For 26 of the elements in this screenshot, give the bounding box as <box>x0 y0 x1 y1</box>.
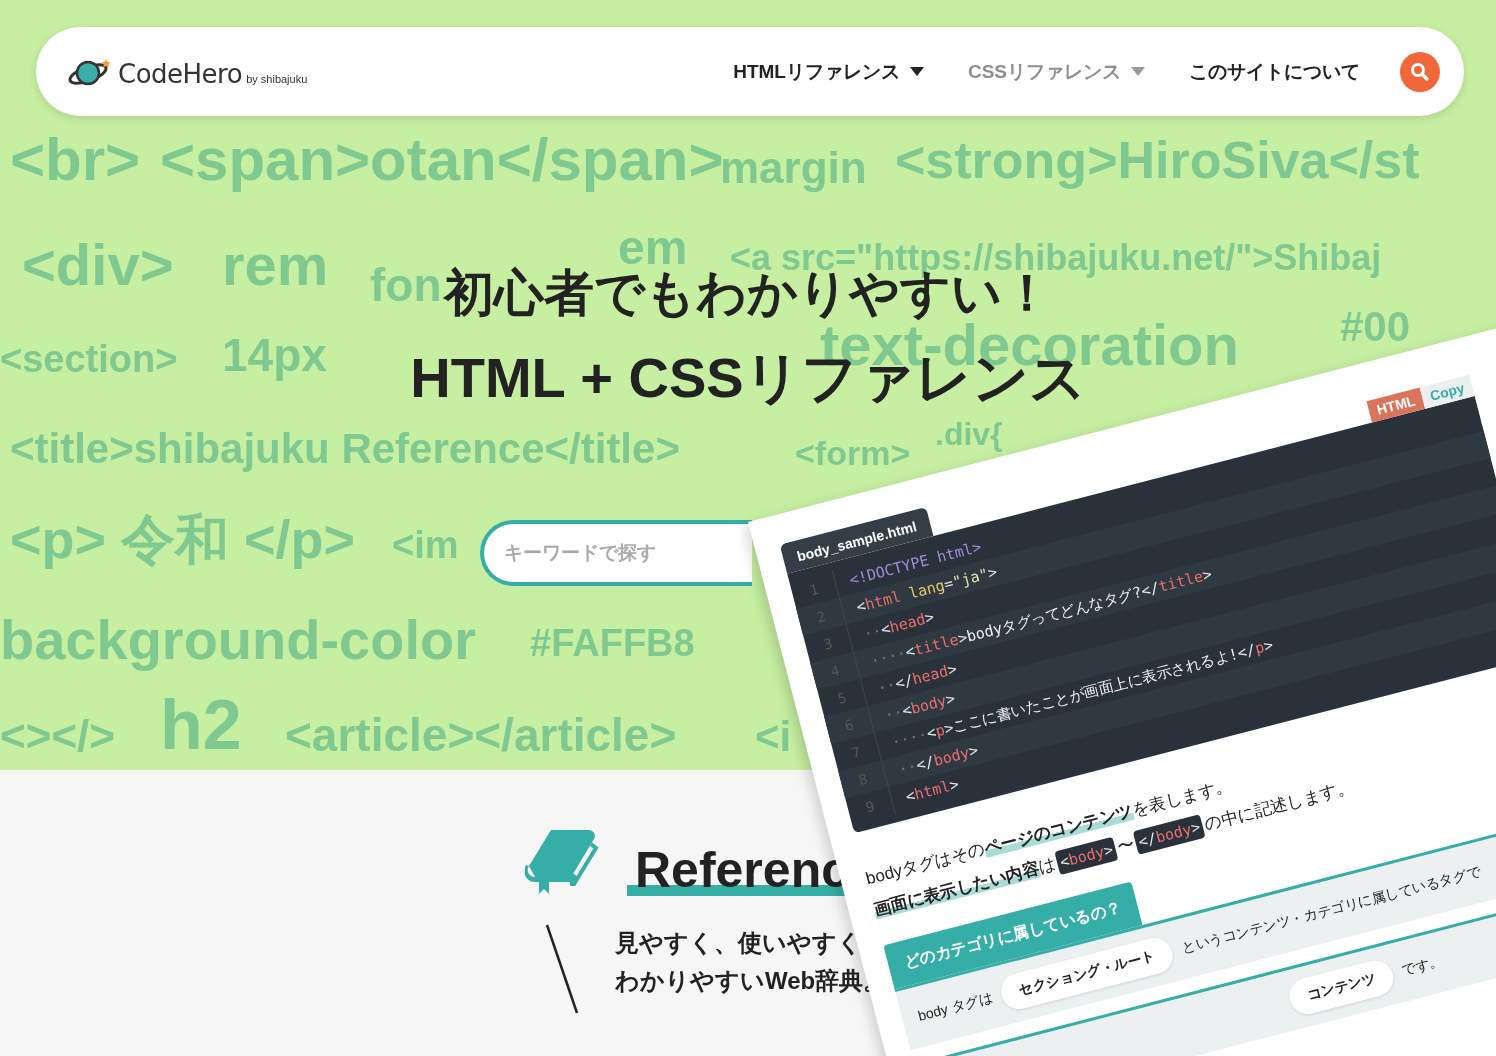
background-code-word: rem <box>222 236 329 294</box>
background-code-word: h2 <box>160 690 242 760</box>
background-code-word: <form> <box>795 436 911 470</box>
tagline: 見やすく、使いやすく <box>615 928 863 958</box>
search-icon <box>1410 61 1430 82</box>
background-code-word: em <box>618 224 688 272</box>
logo-byline: by shibajuku <box>246 72 308 87</box>
background-code-word: .div{ <box>935 418 1003 450</box>
nav-link[interactable]: HTMLリファレンス <box>733 58 924 85</box>
nav-link[interactable]: このサイトについて <box>1189 58 1360 85</box>
background-code-word: <div> <box>22 236 174 294</box>
background-code-word: <i <box>755 716 792 758</box>
background-code-word: <title>shibajuku Reference</title> <box>10 428 680 470</box>
background-code-word: <section> <box>0 340 178 378</box>
search-field[interactable]: キーワードで探す <box>480 520 752 586</box>
background-code-word: <></> <box>0 714 115 758</box>
background-code-word: <article></article> <box>285 712 677 758</box>
search-button[interactable] <box>1400 51 1440 92</box>
background-code-word: fon <box>370 262 442 308</box>
background-code-word: #00 <box>1340 306 1411 348</box>
background-code-word: <br> <box>10 130 141 190</box>
background-code-word: <im <box>392 526 459 564</box>
logo-text: CodeHero <box>118 58 243 89</box>
background-code-word: #FAFFB8 <box>530 624 695 662</box>
book-icon <box>525 828 599 896</box>
category-text: body タグは <box>916 989 995 1026</box>
